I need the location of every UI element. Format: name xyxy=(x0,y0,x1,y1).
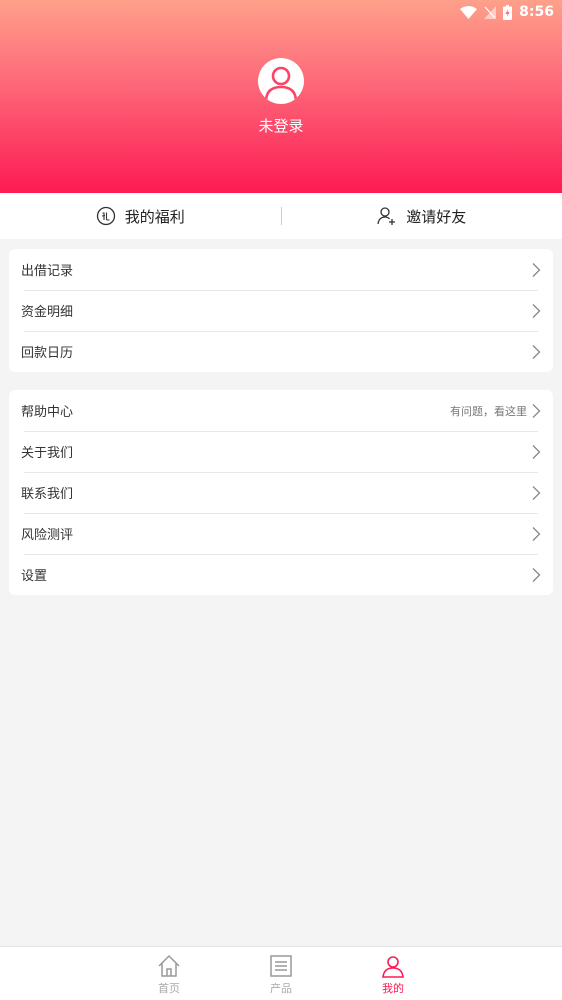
chevron-right-icon xyxy=(532,303,541,318)
menu-item-label: 回款日历 xyxy=(21,346,74,361)
home-icon xyxy=(158,954,180,977)
help-hint-text: 有问题，看这里 xyxy=(450,404,527,418)
menu-item-label: 帮助中心 xyxy=(21,405,74,420)
menu-item-label: 设置 xyxy=(21,569,48,584)
login-status-text[interactable]: 未登录 xyxy=(0,115,562,136)
menu-item-settings[interactable]: 设置 xyxy=(9,554,553,595)
tab-products[interactable]: 产品 xyxy=(241,947,321,1000)
menu-item-label: 风险测评 xyxy=(21,528,74,543)
account-menu-card: 出借记录 资金明细 回款日历 xyxy=(9,249,553,372)
user-avatar-icon xyxy=(264,66,298,101)
quick-actions: 我的福利 邀请好友 xyxy=(0,193,562,239)
tab-mine[interactable]: 我的 xyxy=(353,947,433,1000)
bottom-tab-bar: 首页 产品 我的 xyxy=(0,946,562,1000)
gift-circle-icon xyxy=(96,206,115,226)
battery-charging-icon xyxy=(503,4,513,20)
chevron-right-icon xyxy=(532,567,541,582)
user-icon xyxy=(382,956,404,978)
support-menu-card: 帮助中心 有问题，看这里 关于我们 联系我们 风险测评 设置 xyxy=(9,390,553,595)
menu-item-about-us[interactable]: 关于我们 xyxy=(9,431,553,472)
menu-item-contact-us[interactable]: 联系我们 xyxy=(9,472,553,513)
menu-item-label: 资金明细 xyxy=(21,305,74,320)
my-welfare-label: 我的福利 xyxy=(124,207,185,226)
chevron-right-icon xyxy=(532,344,541,359)
wifi-icon xyxy=(460,5,478,19)
menu-item-label: 出借记录 xyxy=(21,264,74,279)
tab-mine-label: 我的 xyxy=(382,982,404,995)
menu-item-risk-assessment[interactable]: 风险测评 xyxy=(9,513,553,554)
profile-header: 8:56 未登录 xyxy=(0,0,562,193)
list-icon xyxy=(270,955,292,977)
chevron-right-icon xyxy=(532,526,541,541)
avatar[interactable] xyxy=(258,58,304,104)
chevron-right-icon xyxy=(532,262,541,277)
menu-item-fund-details[interactable]: 资金明细 xyxy=(9,290,553,331)
menu-item-repayment-calendar[interactable]: 回款日历 xyxy=(9,331,553,372)
status-bar: 8:56 xyxy=(0,0,562,24)
my-welfare-button[interactable]: 我的福利 xyxy=(0,193,281,239)
menu-item-label: 关于我们 xyxy=(21,446,74,461)
chevron-right-icon xyxy=(532,485,541,500)
menu-item-label: 联系我们 xyxy=(21,487,74,502)
menu-item-help-center[interactable]: 帮助中心 有问题，看这里 xyxy=(9,390,553,431)
tab-home[interactable]: 首页 xyxy=(129,947,209,1000)
no-signal-icon xyxy=(484,5,497,19)
tab-home-label: 首页 xyxy=(158,982,180,995)
invite-friends-label: 邀请好友 xyxy=(406,207,467,226)
chevron-right-icon xyxy=(532,444,541,459)
tab-products-label: 产品 xyxy=(270,982,292,995)
invite-friends-button[interactable]: 邀请好友 xyxy=(282,193,562,239)
add-user-icon xyxy=(377,207,396,225)
status-time: 8:56 xyxy=(519,4,554,20)
chevron-right-icon xyxy=(532,403,541,418)
menu-item-lending-records[interactable]: 出借记录 xyxy=(9,249,553,290)
